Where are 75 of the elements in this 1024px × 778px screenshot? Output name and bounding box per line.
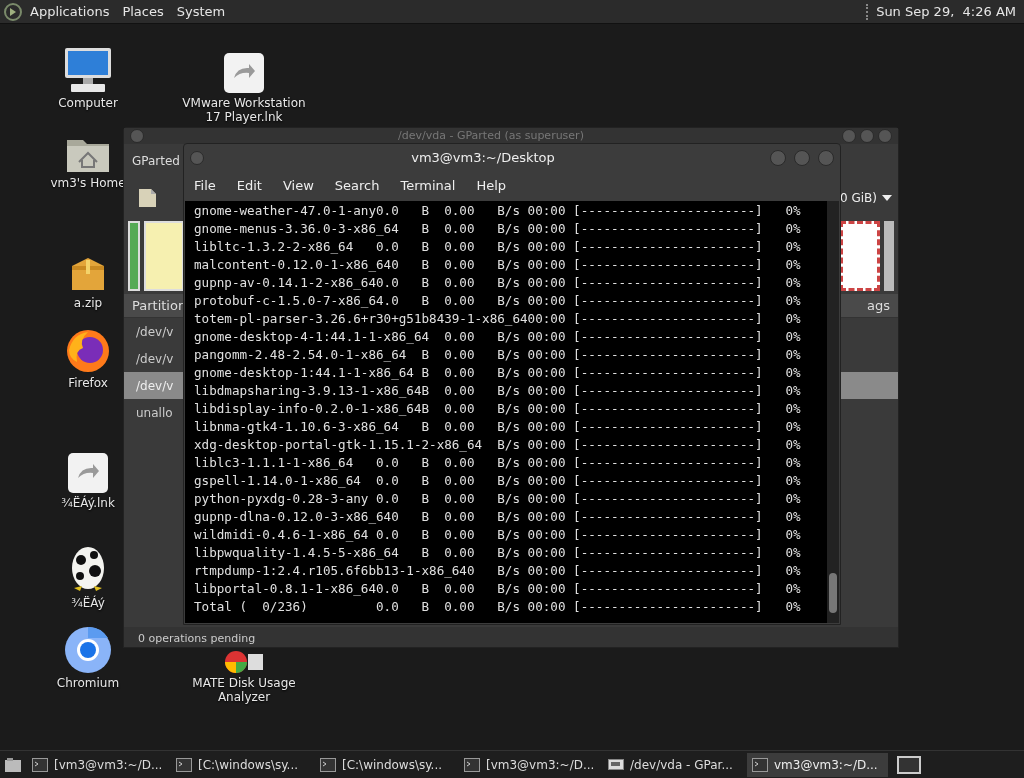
desktop-icon-label[interactable]: Computer (58, 96, 118, 110)
terminal-line: gnome-desktop-1:44.1-1-x86_64 B 0.00 B/s 00:00 [-----------------------] 0% (194, 364, 802, 382)
terminal-line: Total ( 0/236) 0.0 B 0.00 B/s 00:00 [-----------------------] 0% (194, 598, 802, 616)
taskbar-button[interactable]: [vm3@vm3:~/D... (27, 752, 168, 777)
terminal-line: gupnp-dlna-0.12.0-3-x86_640 B 0.00 B/s 00:00 [-----------------------] 0% (194, 508, 802, 526)
new-document-icon[interactable] (136, 187, 158, 209)
desktop-icon-label[interactable]: VMware Workstation 17 Player.lnk (180, 96, 308, 124)
drive-icon (608, 757, 624, 772)
desktop-icon-label[interactable]: MATE Disk Usage Analyzer (180, 676, 308, 704)
workspace-switcher[interactable] (897, 755, 921, 774)
terminal-line: liblc3-1.1.1-1-x86_64 0.0 B 0.00 B/s 00:00 [-----------------------] 0% (194, 454, 802, 472)
terminal-line: totem-pl-parser-3.26.6+r30+g51b8439-1-x86_6400:00 [-----------------------] 0% (194, 310, 802, 328)
terminal-line: libportal-0.8.1-1-x86_640.0 B 0.00 B/s 00:00 [-----------------------] 0% (194, 580, 802, 598)
menu-item[interactable]: File (194, 176, 216, 196)
desktop-icon-label[interactable]: ¾ËÁý (71, 596, 105, 610)
terminal-icon (752, 757, 768, 772)
taskbar-button[interactable]: [C:\windows\sy... (171, 752, 312, 777)
panel-menu[interactable]: Applications (30, 1, 110, 22)
caret-icon (882, 195, 892, 201)
desktop-icon-label[interactable]: a.zip (73, 296, 103, 310)
terminal-line: libpwquality-1.4.5-5-x86_64 B 0.00 B/s 00:00 [-----------------------] 0% (194, 544, 802, 562)
terminal-line: gupnp-av-0.14.1-2-x86_640.0 B 0.00 B/s 00:00 [-----------------------] 0% (194, 274, 802, 292)
panel-menu[interactable]: Places (122, 1, 164, 22)
terminal-line: gnome-weather-47.0-1-any0.0 B 0.00 B/s 00:00 [-----------------------] 0% (194, 202, 802, 220)
terminal-line: xdg-desktop-portal-gtk-1.15.1-2-x86_64 B/s 00:00 [-----------------------] 0% (194, 436, 802, 454)
menu-item[interactable]: View (282, 176, 314, 196)
menu-logo-icon[interactable] (4, 2, 22, 21)
menu-item[interactable]: Search (334, 176, 380, 196)
terminal-icon (464, 757, 480, 772)
terminal-line: libltc-1.3.2-2-x86_64 0.0 B 0.00 B/s 00:00 [-----------------------] 0% (194, 238, 802, 256)
terminal-line: gspell-1.14.0-1-x86_64 0.0 B 0.00 B/s 00:00 [-----------------------] 0% (194, 472, 802, 490)
column-header[interactable]: Partition (132, 295, 187, 316)
shortcut-icon[interactable] (67, 452, 109, 494)
taskbar-button[interactable]: [C:\windows\sy... (315, 752, 456, 777)
desktop-icon-label[interactable]: ¾ËÁý.lnk (61, 496, 115, 510)
menu-item[interactable]: GParted (132, 152, 180, 170)
terminal-line: gnome-menus-3.36.0-3-x86_64 B 0.00 B/s 00:00 [-----------------------] 0% (194, 220, 802, 238)
panel-menu[interactable]: System (176, 1, 226, 22)
terminal-icon (320, 757, 336, 772)
terminal-line: gnome-desktop-4-1:44.1-1-x86_64 0.00 B/s 00:00 [-----------------------] 0% (194, 328, 802, 346)
column-header[interactable]: ags (867, 295, 890, 316)
window-title: vm3@vm3:~/Desktop (410, 148, 556, 167)
menu-item[interactable]: Edit (236, 176, 262, 196)
taskbar-button[interactable]: [vm3@vm3:~/D... (459, 752, 600, 777)
browser-icon[interactable] (64, 626, 112, 674)
device-selector[interactable]: 0 GiB) (840, 189, 892, 207)
scrollbar[interactable] (827, 201, 839, 623)
terminal-line: libdmapsharing-3.9.13-1-x86_64B 0.00 B/s 00:00 [-----------------------] 0% (194, 382, 802, 400)
terminal-line: rtmpdump-1:2.4.r105.6f6bb13-1-x86_640 B/s 00:00 [-----------------------] 0% (194, 562, 802, 580)
terminal-line: malcontent-0.12.0-1-x86_640 B 0.00 B/s 00:00 [-----------------------] 0% (194, 256, 802, 274)
clock[interactable]: Sun Sep 29, 4:26 AM (876, 1, 1016, 22)
partition-block[interactable] (840, 221, 880, 291)
shortcut-icon[interactable] (223, 52, 265, 94)
status-text: 0 operations pending (138, 632, 256, 645)
menu-item[interactable]: Help (476, 176, 507, 196)
partition-row[interactable]: unallo (124, 399, 184, 426)
terminal-line: python-pyxdg-0.28-3-any 0.0 B 0.00 B/s 00:00 [-----------------------] 0% (194, 490, 802, 508)
window-title: /dev/vda - GParted (as superuser) (397, 130, 585, 142)
terminal-icon (32, 757, 48, 772)
desktop-icon-label[interactable]: Chromium (56, 676, 120, 690)
terminal-icon (176, 757, 192, 772)
terminal-line: protobuf-c-1.5.0-7-x86_64.0 B 0.00 B/s 00:00 [-----------------------] 0% (194, 292, 802, 310)
taskbar-button[interactable]: /dev/vda - GPar... (603, 752, 744, 777)
desktop-icon-label[interactable]: Firefox (68, 376, 108, 390)
partition-row[interactable]: /dev/v (124, 318, 184, 345)
terminal-line: pangomm-2.48-2.54.0-1-x86_64 B 0.00 B/s 00:00 [-----------------------] 0% (194, 346, 802, 364)
terminal-line: libnma-gtk4-1.10.6-3-x86_64 B 0.00 B/s 00:00 [-----------------------] 0% (194, 418, 802, 436)
taskbar-button[interactable]: vm3@vm3:~/D... (747, 752, 888, 777)
pie-chart-icon[interactable] (224, 650, 264, 674)
browser-icon[interactable] (65, 328, 111, 374)
terminal-line: wildmidi-0.4.6-1-x86_64 0.0 B 0.00 B/s 00:00 [-----------------------] 0% (194, 526, 802, 544)
terminal-line: libdisplay-info-0.2.0-1-x86_64B 0.00 B/s 00:00 [-----------------------] 0% (194, 400, 802, 418)
partition-row[interactable]: /dev/v (124, 345, 184, 372)
computer-icon[interactable] (63, 46, 113, 94)
menu-item[interactable]: Terminal (400, 176, 456, 196)
